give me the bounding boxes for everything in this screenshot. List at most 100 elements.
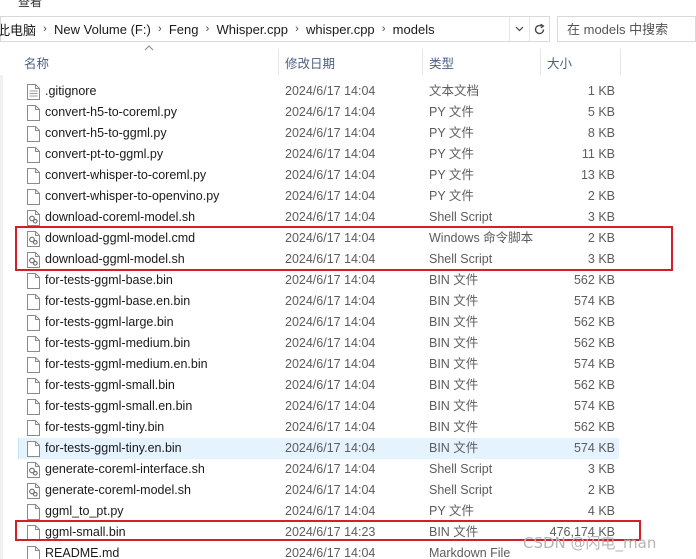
file-row[interactable]: for-tests-ggml-tiny.en.bin 2024/6/17 14:0…: [0, 438, 696, 459]
file-name: for-tests-ggml-medium.bin: [45, 336, 191, 350]
file-name: convert-whisper-to-coreml.py: [45, 168, 207, 182]
file-size: 574 KB: [573, 441, 615, 455]
file-type: Shell Script: [429, 462, 493, 476]
column-header-name-label: 名称: [24, 56, 50, 71]
breadcrumb-item-this-pc[interactable]: 此电脑: [0, 20, 36, 39]
file-type: BIN 文件: [429, 336, 479, 350]
file-row[interactable]: for-tests-ggml-medium.bin 2024/6/17 14:04…: [0, 333, 696, 354]
file-name: for-tests-ggml-medium.en.bin: [45, 357, 208, 371]
column-header-type-label: 类型: [429, 56, 455, 71]
file-date: 2024/6/17 14:04: [285, 273, 376, 287]
file-size: 1 KB: [587, 84, 615, 98]
chevron-right-icon[interactable]: ›: [198, 23, 216, 35]
file-date: 2024/6/17 14:04: [285, 441, 376, 455]
file-row[interactable]: for-tests-ggml-small.bin 2024/6/17 14:04 B…: [0, 375, 696, 396]
file-row[interactable]: convert-h5-to-coreml.py 2024/6/17 14:04 PY…: [0, 102, 696, 123]
column-header-date-label: 修改日期: [285, 56, 336, 71]
breadcrumb-item-whisper-cpp[interactable]: whisper.cpp: [306, 22, 375, 37]
file-name: convert-h5-to-coreml.py: [45, 105, 177, 119]
generic-file-icon: [27, 105, 40, 121]
file-row[interactable]: convert-whisper-to-coreml.py 2024/6/17 14…: [0, 165, 696, 186]
generic-file-icon: [27, 126, 40, 142]
search-input[interactable]: [567, 21, 692, 37]
address-bar[interactable]: 此电脑 › New Volume (F:) › Feng › Whisper.c…: [0, 16, 550, 42]
file-type: PY 文件: [429, 168, 474, 182]
file-name: for-tests-ggml-tiny.bin: [45, 420, 165, 434]
file-name: download-coreml-model.sh: [45, 210, 196, 224]
watermark: CSDN @闪电_man: [523, 534, 657, 552]
generic-file-icon: [27, 378, 40, 394]
file-name: convert-h5-to-ggml.py: [45, 126, 167, 140]
file-type: Markdown File: [429, 546, 511, 559]
file-date: 2024/6/17 14:04: [285, 147, 376, 161]
chevron-right-icon[interactable]: ›: [375, 23, 393, 35]
file-type: PY 文件: [429, 504, 474, 518]
file-type: BIN 文件: [429, 441, 479, 455]
file-name: ggml_to_pt.py: [45, 504, 124, 518]
refresh-icon[interactable]: [529, 17, 549, 41]
file-date: 2024/6/17 14:04: [285, 399, 376, 413]
history-dropdown-icon[interactable]: [509, 17, 529, 41]
file-date: 2024/6/17 14:04: [285, 378, 376, 392]
generic-file-icon: [27, 189, 40, 205]
file-type: BIN 文件: [429, 315, 479, 329]
file-name: generate-coreml-interface.sh: [45, 462, 205, 476]
file-row[interactable]: generate-coreml-interface.sh 2024/6/17 14…: [0, 459, 696, 480]
file-size: 562 KB: [573, 336, 615, 350]
file-date: 2024/6/17 14:04: [285, 546, 376, 559]
file-row[interactable]: for-tests-ggml-tiny.bin 2024/6/17 14:04 BI…: [0, 417, 696, 438]
breadcrumb-item-feng[interactable]: Feng: [169, 22, 199, 37]
file-type: 文本文档: [429, 84, 480, 98]
column-header-size[interactable]: 大小: [541, 49, 621, 75]
file-type: BIN 文件: [429, 294, 479, 308]
chevron-right-icon[interactable]: ›: [36, 23, 54, 35]
column-header-date[interactable]: 修改日期: [279, 49, 423, 75]
column-header-type[interactable]: 类型: [423, 49, 541, 75]
file-date: 2024/6/17 14:04: [285, 336, 376, 350]
file-size: 2 KB: [587, 189, 615, 203]
file-row[interactable]: for-tests-ggml-base.en.bin 2024/6/17 14:0…: [0, 291, 696, 312]
file-date: 2024/6/17 14:04: [285, 420, 376, 434]
file-name: for-tests-ggml-base.bin: [45, 273, 173, 287]
generic-file-icon: [27, 315, 40, 331]
view-menu-label[interactable]: 查看: [18, 0, 42, 10]
file-row[interactable]: download-coreml-model.sh 2024/6/17 14:04 S…: [0, 207, 696, 228]
file-name: generate-coreml-model.sh: [45, 483, 191, 497]
file-row[interactable]: convert-whisper-to-openvino.py 2024/6/17 …: [0, 186, 696, 207]
column-header-row: 名称 修改日期 类型 大小: [0, 49, 696, 75]
file-row[interactable]: for-tests-ggml-large.bin 2024/6/17 14:04 B…: [0, 312, 696, 333]
file-row[interactable]: convert-h5-to-ggml.py 2024/6/17 14:04 PY 文…: [0, 123, 696, 144]
file-size: 562 KB: [573, 315, 615, 329]
file-date: 2024/6/17 14:04: [285, 462, 376, 476]
file-type: PY 文件: [429, 126, 474, 140]
file-date: 2024/6/17 14:04: [285, 105, 376, 119]
file-date: 2024/6/17 14:04: [285, 504, 376, 518]
script-file-icon: [27, 462, 40, 478]
breadcrumb: 此电脑 › New Volume (F:) › Feng › Whisper.c…: [0, 17, 435, 41]
chevron-right-icon[interactable]: ›: [288, 23, 306, 35]
file-size: 574 KB: [573, 399, 615, 413]
breadcrumb-item-whisper-cpp-parent[interactable]: Whisper.cpp: [216, 22, 288, 37]
file-size: 574 KB: [573, 294, 615, 308]
generic-file-icon: [27, 441, 40, 457]
file-name: for-tests-ggml-base.en.bin: [45, 294, 191, 308]
generic-file-icon: [27, 147, 40, 163]
search-box[interactable]: [557, 16, 696, 42]
breadcrumb-item-models[interactable]: models: [393, 22, 435, 37]
file-row[interactable]: for-tests-ggml-small.en.bin 2024/6/17 14:…: [0, 396, 696, 417]
file-name: README.md: [45, 546, 120, 559]
chevron-right-icon[interactable]: ›: [151, 23, 169, 35]
file-row[interactable]: .gitignore 2024/6/17 14:04 文本文档 1 KB: [0, 81, 696, 102]
column-header-name[interactable]: 名称: [18, 49, 279, 75]
file-row[interactable]: ggml_to_pt.py 2024/6/17 14:04 PY 文件 4 KB: [0, 501, 696, 522]
file-name: for-tests-ggml-tiny.en.bin: [45, 441, 182, 455]
breadcrumb-item-volume[interactable]: New Volume (F:): [54, 22, 151, 37]
file-size: 2 KB: [587, 483, 615, 497]
file-row[interactable]: generate-coreml-model.sh 2024/6/17 14:04 S…: [0, 480, 696, 501]
generic-file-icon: [27, 336, 40, 352]
file-size: 5 KB: [587, 105, 615, 119]
file-size: 11 KB: [581, 147, 615, 161]
file-row[interactable]: convert-pt-to-ggml.py 2024/6/17 14:04 PY 文…: [0, 144, 696, 165]
file-row[interactable]: for-tests-ggml-medium.en.bin 2024/6/17 14…: [0, 354, 696, 375]
file-row[interactable]: for-tests-ggml-base.bin 2024/6/17 14:04 BI…: [0, 270, 696, 291]
